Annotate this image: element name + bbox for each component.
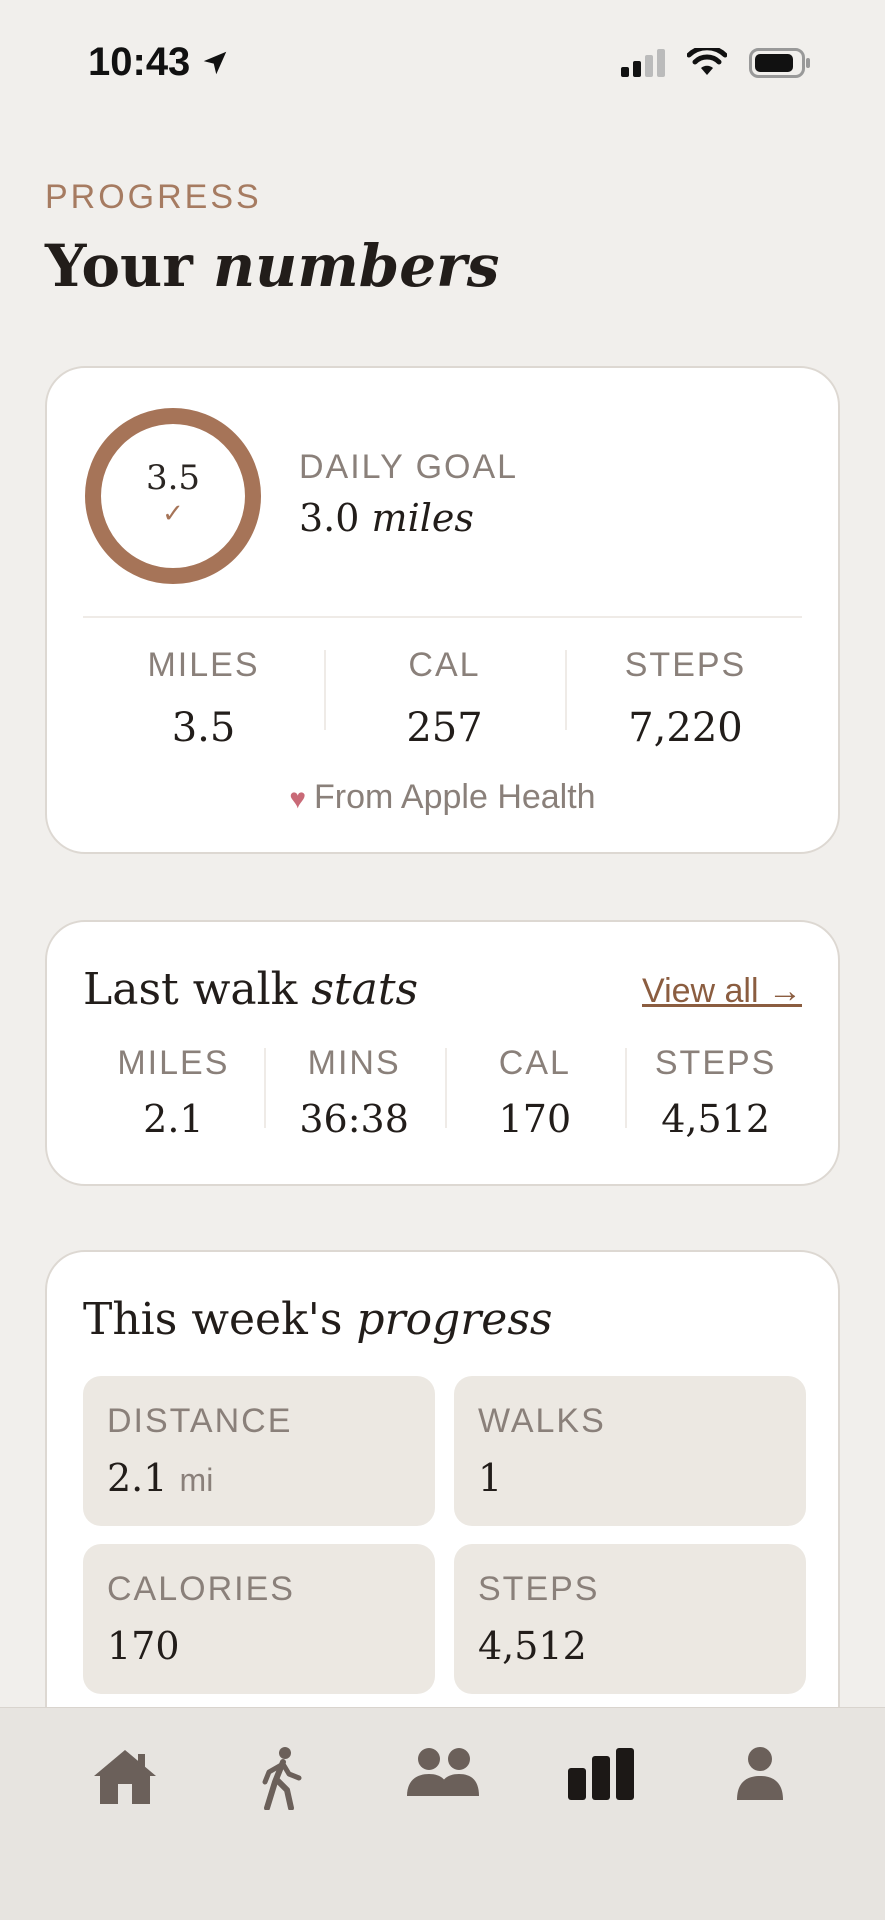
daily-goal-label: DAILY GOAL (299, 448, 519, 486)
last-walk-stats-row: MILES 2.1 MINS 36:38 CAL 170 STEPS 4,512 (83, 1044, 806, 1141)
status-time-text: 10:43 (88, 40, 191, 84)
daily-goal-card: 3.5 ✓ DAILY GOAL 3.0 miles MILES 3.5 CAL… (45, 366, 840, 854)
week-progress-title: This week's progress (83, 1294, 553, 1345)
walk-stat-steps: STEPS 4,512 (625, 1044, 806, 1141)
ring-value: 3.5 (145, 458, 201, 498)
page-title: Your numbers (45, 232, 499, 300)
stat-label: CAL (498, 1044, 571, 1082)
stat-value: 2.1 (143, 1097, 204, 1141)
tile-value-number: 2.1 (107, 1456, 168, 1500)
stat-value: 170 (498, 1097, 572, 1141)
walk-stat-mins: MINS 36:38 (263, 1044, 445, 1141)
home-icon (94, 1750, 156, 1804)
week-title-italic: progress (356, 1294, 553, 1345)
daily-goal-value: 3.0 miles (299, 496, 474, 540)
stat-label: CAL (408, 646, 481, 684)
health-source-note: ♥ From Apple Health (47, 778, 838, 817)
heart-icon: ♥ (289, 783, 307, 814)
walk-stat-cal: CAL 170 (444, 1044, 626, 1141)
check-icon: ✓ (162, 498, 184, 528)
stat-label: STEPS (654, 1044, 777, 1082)
cellular-signal-icon (621, 49, 665, 77)
today-stats-row: MILES 3.5 CAL 257 STEPS 7,220 (83, 646, 806, 751)
health-source-text: From Apple Health (314, 778, 596, 816)
today-stat-steps: STEPS 7,220 (565, 646, 806, 751)
tab-home[interactable] (75, 1746, 175, 1846)
people-icon (407, 1748, 479, 1796)
battery-icon (749, 48, 810, 78)
tile-label: CALORIES (107, 1570, 295, 1608)
last-walk-card: Last walk stats View all → MILES 2.1 MIN… (45, 920, 840, 1186)
walk-stat-miles: MILES 2.1 (83, 1044, 264, 1141)
section-eyebrow: PROGRESS (45, 178, 262, 216)
last-walk-title-regular: Last walk (83, 964, 298, 1015)
tile-value: 2.1 mi (107, 1456, 213, 1500)
divider (83, 616, 802, 618)
today-stat-cal: CAL 257 (324, 646, 565, 751)
bar-chart-icon (568, 1748, 634, 1800)
page-title-italic: numbers (212, 232, 500, 300)
wifi-icon (687, 48, 727, 75)
person-icon (737, 1747, 783, 1800)
tile-value: 1 (478, 1456, 503, 1500)
tile-value-unit: mi (179, 1462, 214, 1498)
week-tile-steps: STEPS 4,512 (454, 1544, 806, 1694)
stat-label: MILES (117, 1044, 230, 1082)
stat-value: 36:38 (299, 1097, 409, 1141)
view-all-link[interactable]: View all → (642, 972, 802, 1011)
tile-label: STEPS (478, 1570, 600, 1608)
tab-bar (0, 1707, 885, 1920)
tab-progress[interactable] (551, 1746, 651, 1846)
walking-icon (262, 1747, 302, 1810)
daily-goal-unit: miles (371, 496, 474, 540)
tile-label: DISTANCE (107, 1402, 293, 1440)
stat-value: 3.5 (171, 705, 236, 751)
page-title-regular: Your (45, 232, 193, 300)
location-arrow-icon (204, 51, 227, 74)
tile-label: WALKS (478, 1402, 606, 1440)
today-stat-miles: MILES 3.5 (83, 646, 324, 751)
week-tile-walks: WALKS 1 (454, 1376, 806, 1526)
week-title-regular: This week's (83, 1294, 343, 1345)
tab-profile[interactable] (710, 1746, 810, 1846)
daily-goal-number: 3.0 (299, 496, 360, 540)
stat-value: 4,512 (661, 1097, 771, 1141)
tab-community[interactable] (393, 1746, 493, 1846)
status-time: 10:43 (88, 40, 230, 85)
last-walk-title-italic: stats (311, 964, 419, 1015)
tile-value: 4,512 (478, 1624, 587, 1668)
stat-value: 7,220 (628, 705, 743, 751)
tile-value: 170 (107, 1624, 180, 1668)
status-bar: 10:43 (0, 0, 885, 130)
stat-value: 257 (406, 705, 483, 751)
stat-label: MINS (307, 1044, 401, 1082)
stat-label: MILES (147, 646, 260, 684)
week-tile-calories: CALORIES 170 (83, 1544, 435, 1694)
stat-label: STEPS (624, 646, 747, 684)
status-icons (621, 48, 811, 78)
tab-walk[interactable] (232, 1746, 332, 1846)
last-walk-title: Last walk stats (83, 964, 418, 1015)
week-tile-distance: DISTANCE 2.1 mi (83, 1376, 435, 1526)
